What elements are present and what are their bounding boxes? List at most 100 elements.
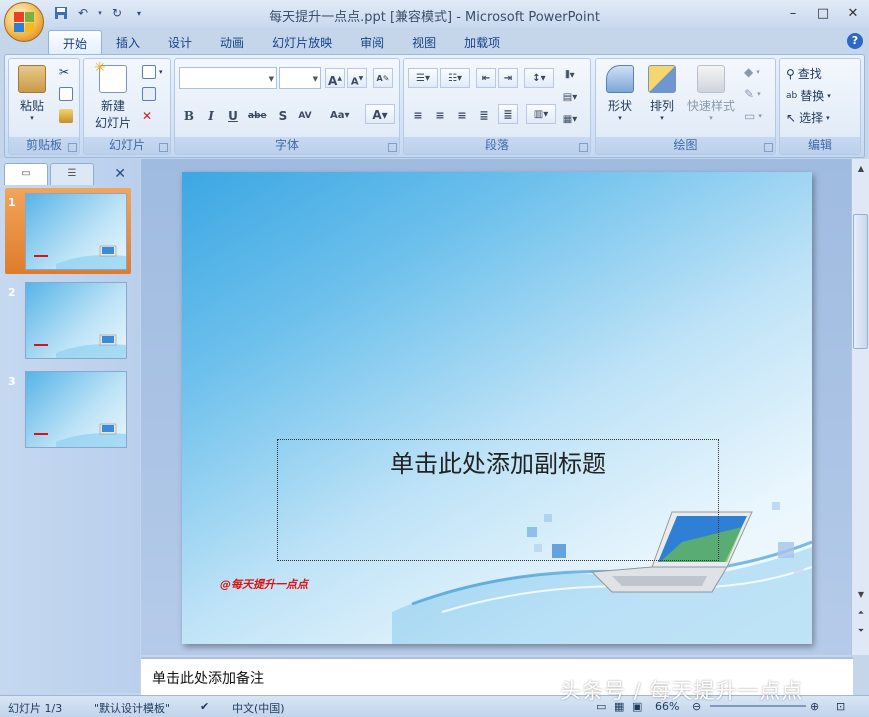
align-right-button[interactable]: ≡	[452, 105, 472, 125]
tab-outline[interactable]: ☰	[50, 163, 94, 185]
tab-slides[interactable]: ▭	[4, 163, 48, 185]
align-text-button[interactable]: ▤▾	[560, 87, 580, 107]
font-color-button[interactable]: A▾	[365, 104, 395, 124]
vertical-scrollbar[interactable]: ▲ ▼ ⏶ ⏷	[851, 159, 869, 655]
notes-placeholder-text: 单击此处添加备注	[152, 671, 264, 687]
line-spacing-button[interactable]: ↕▾	[524, 68, 554, 88]
increase-indent-button[interactable]: ⇥	[498, 68, 518, 88]
text-direction-button[interactable]: ⫴▾	[560, 65, 580, 85]
tab-slideshow[interactable]: 幻灯片放映	[258, 30, 346, 54]
char-spacing-button[interactable]: AV	[295, 105, 315, 125]
new-slide-button[interactable]: ✳ 新建 幻灯片	[88, 60, 138, 131]
brush-icon	[59, 109, 73, 123]
shape-outline-button[interactable]: ✎ ▾	[744, 87, 761, 101]
find-button[interactable]: ⚲ 查找	[786, 65, 822, 82]
chevron-down-icon: ▾	[30, 114, 34, 122]
tab-review[interactable]: 审阅	[346, 30, 398, 54]
tab-addins[interactable]: 加载项	[450, 30, 514, 54]
italic-button[interactable]: I	[201, 105, 221, 125]
new-slide-label-1: 新建	[100, 99, 125, 113]
reset-button[interactable]	[142, 87, 156, 101]
tab-animations[interactable]: 动画	[206, 30, 258, 54]
subtitle-placeholder-text: 单击此处添加副标题	[390, 450, 606, 478]
strikethrough-button[interactable]: abe	[247, 105, 267, 125]
cut-button[interactable]: ✂	[59, 65, 69, 79]
bullets-button[interactable]: ☰▾	[408, 68, 438, 88]
dialog-launcher-icon[interactable]	[579, 143, 588, 152]
current-slide[interactable]: 单击此处添加副标题 @每天提升一点点	[182, 172, 812, 644]
minimize-icon[interactable]: –	[783, 4, 803, 22]
shadow-button[interactable]: S	[273, 105, 293, 125]
arrange-button[interactable]: 排列 ▾	[644, 65, 680, 122]
font-size-combo[interactable]: ▼	[279, 67, 321, 89]
find-label: 查找	[797, 67, 822, 81]
slide-counter: 幻灯片 1/3	[8, 702, 63, 715]
dialog-launcher-icon[interactable]	[159, 143, 168, 152]
delete-slide-button[interactable]: ✕	[142, 109, 152, 123]
fill-bucket-icon: ◆	[744, 65, 754, 79]
grow-font-button[interactable]: A▲	[325, 68, 345, 88]
select-label: 选择	[799, 111, 824, 125]
help-icon[interactable]: ?	[847, 33, 863, 49]
tab-design[interactable]: 设计	[154, 30, 206, 54]
underline-button[interactable]: U	[223, 105, 243, 125]
justify-button[interactable]: ≣	[474, 105, 494, 125]
binoculars-icon: ⚲	[786, 66, 795, 81]
slide-thumbnail[interactable]	[25, 371, 127, 448]
shrink-font-button[interactable]: A▼	[347, 68, 367, 88]
shapes-button[interactable]: 形状 ▾	[602, 65, 638, 122]
fit-slide-icon[interactable]: ⊡	[836, 700, 845, 713]
font-name-combo[interactable]: ▼	[179, 67, 277, 89]
replace-icon: ab	[786, 90, 798, 101]
replace-button[interactable]: ab 替换 ▾	[786, 87, 831, 104]
shape-effects-button[interactable]: ▭ ▾	[744, 109, 762, 123]
spellcheck-icon[interactable]: ✔	[200, 700, 209, 713]
quick-styles-button[interactable]: 快速样式 ▾	[684, 65, 738, 122]
scroll-up-icon[interactable]: ▲	[853, 161, 869, 177]
maximize-icon[interactable]: □	[813, 4, 833, 22]
dialog-launcher-icon[interactable]	[388, 143, 397, 152]
decrease-indent-button[interactable]: ⇤	[476, 68, 496, 88]
select-button[interactable]: ↖ 选择 ▾	[786, 109, 830, 126]
align-center-button[interactable]: ≡	[430, 105, 450, 125]
office-button[interactable]	[4, 2, 44, 42]
dialog-launcher-icon[interactable]	[68, 143, 77, 152]
format-painter-button[interactable]	[59, 109, 73, 123]
next-slide-icon[interactable]: ⏷	[853, 623, 869, 639]
scroll-thumb[interactable]	[853, 214, 868, 349]
copy-button[interactable]	[59, 87, 73, 101]
smartart-button[interactable]: ▦▾	[560, 109, 580, 129]
distributed-button[interactable]: ≣	[498, 104, 518, 124]
numbering-button[interactable]: ☷▾	[440, 68, 470, 88]
subtitle-placeholder[interactable]: 单击此处添加副标题	[277, 439, 719, 561]
close-icon[interactable]: ✕	[843, 4, 863, 22]
slides-group-label: 幻灯片	[84, 137, 170, 154]
reset-icon	[142, 87, 156, 101]
paste-button[interactable]: 粘贴 ▾	[15, 65, 49, 122]
office-logo-icon	[14, 12, 34, 32]
change-case-button[interactable]: Aa▾	[329, 105, 350, 125]
title-bar: ↶ ▾ ↻ ▾ 每天提升一点点.ppt [兼容模式] - Microsoft P…	[0, 0, 869, 28]
align-left-button[interactable]: ≡	[408, 105, 428, 125]
close-pane-icon[interactable]: ✕	[114, 166, 126, 182]
zoom-in-icon[interactable]: ⊕	[810, 700, 819, 713]
bold-button[interactable]: B	[179, 105, 199, 125]
drawing-group-label: 绘图	[596, 137, 775, 154]
tab-insert[interactable]: 插入	[102, 30, 154, 54]
clear-formatting-button[interactable]: A✎	[373, 68, 393, 88]
shape-fill-button[interactable]: ◆ ▾	[744, 65, 760, 79]
previous-slide-icon[interactable]: ⏶	[853, 605, 869, 621]
new-slide-icon: ✳	[94, 60, 127, 93]
editing-group-label: 编辑	[780, 137, 860, 154]
scroll-down-icon[interactable]: ▼	[853, 587, 869, 603]
slide-thumbnail[interactable]	[25, 193, 127, 270]
slide-thumbnail[interactable]	[25, 282, 127, 359]
shapes-label: 形状	[607, 99, 632, 113]
dialog-launcher-icon[interactable]	[764, 143, 773, 152]
zoom-slider[interactable]	[710, 705, 806, 707]
layout-button[interactable]: ▾	[142, 65, 163, 79]
columns-button[interactable]: ▥▾	[526, 104, 556, 124]
tab-view[interactable]: 视图	[398, 30, 450, 54]
tab-home[interactable]: 开始	[48, 30, 103, 54]
ribbon-tabs: 开始 插入 设计 动画 幻灯片放映 审阅 视图 加载项	[48, 30, 514, 54]
